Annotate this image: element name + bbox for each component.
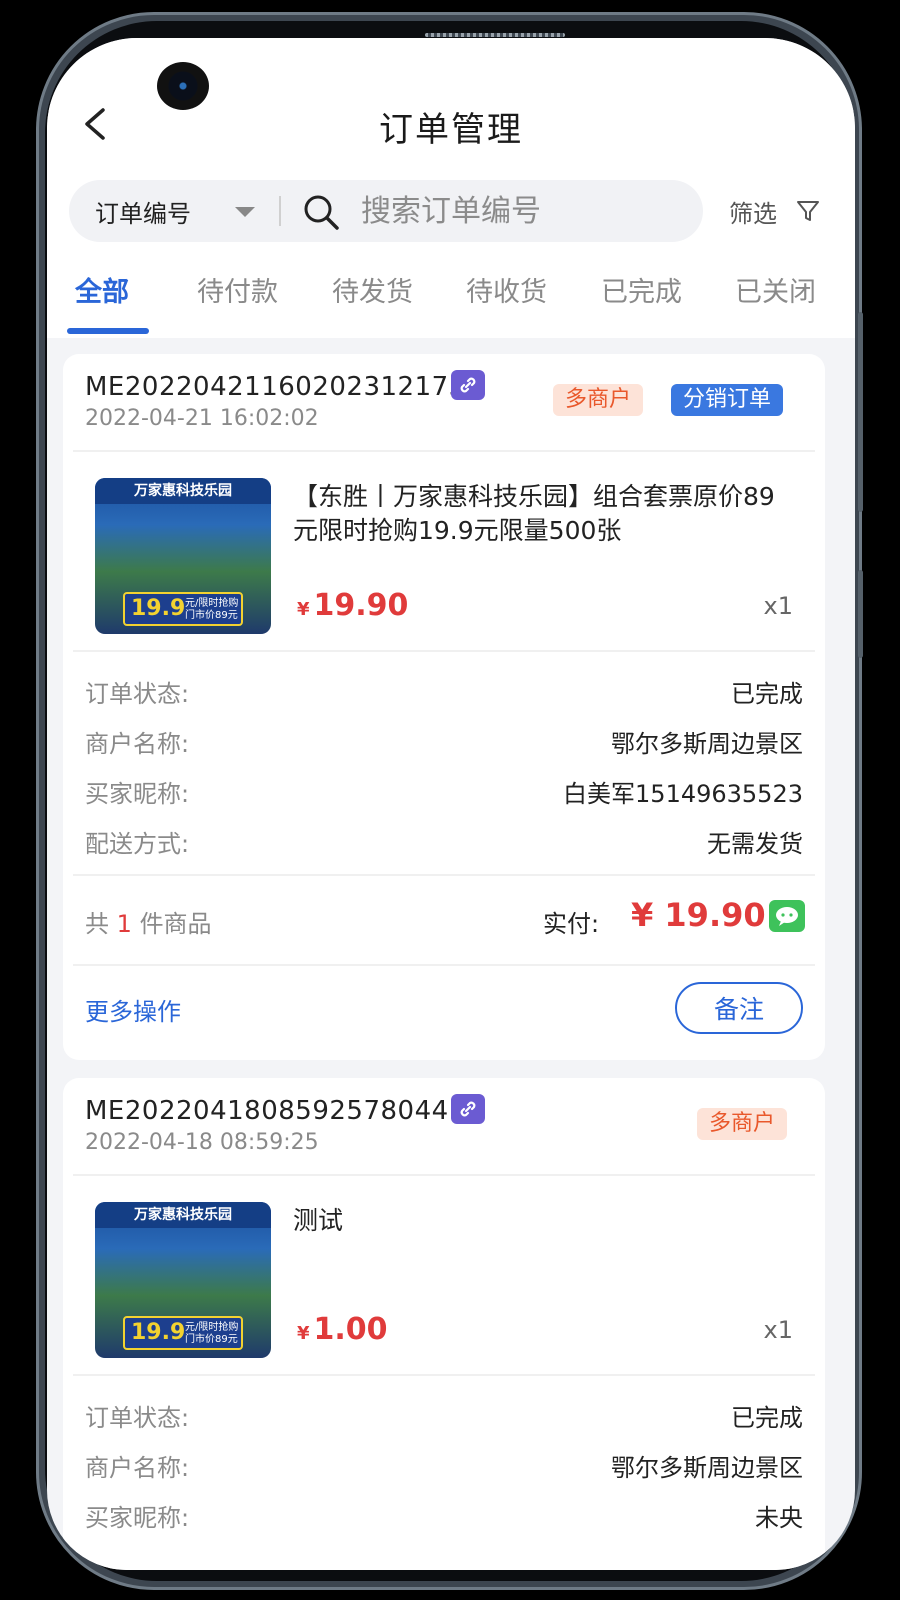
item-count-number: 1 (116, 910, 132, 938)
buyer-nickname-value: 未央 (755, 1504, 803, 1532)
product-title[interactable]: 【东胜丨万家惠科技乐园】组合套票原价89元限时抢购19.9元限量500张 (293, 480, 793, 548)
delivery-method-value: 无需发货 (707, 830, 803, 858)
item-count-prefix: 共 (85, 910, 109, 938)
currency-symbol: ¥ (297, 1323, 310, 1344)
divider (73, 874, 815, 876)
order-number: ME20220418085925780441 (85, 1096, 466, 1126)
currency-symbol: ¥ (297, 599, 310, 620)
tab-pending-payment[interactable]: 待付款 (197, 270, 278, 309)
product-image-price-badge: 19.9 元/限时抢购 门市价89元 (123, 1316, 243, 1350)
delivery-method-label: 配送方式: (85, 830, 190, 858)
tab-completed[interactable]: 已完成 (601, 270, 682, 309)
merchant-name-value: 鄂尔多斯周边景区 (611, 730, 803, 758)
mini-program-link-icon (451, 370, 485, 400)
app-screen: 订单管理 订单编号 筛选 全部 待付款 待发货 待收货 已完成 已关闭 ME20 (47, 38, 855, 1570)
page-title: 订单管理 (379, 110, 523, 150)
distribution-order-tag: 分销订单 (671, 384, 784, 416)
paid-label: 实付: (543, 910, 600, 938)
order-status-value: 已完成 (731, 1404, 803, 1432)
search-type-selector[interactable]: 订单编号 (95, 194, 191, 229)
merchant-name-row: 商户名称: 鄂尔多斯周边景区 (85, 724, 803, 764)
divider (73, 1374, 815, 1376)
tab-all[interactable]: 全部 (75, 270, 129, 309)
order-date: 2022-04-18 08:59:25 (85, 1130, 319, 1155)
order-date: 2022-04-21 16:02:02 (85, 406, 319, 431)
product-price-value: 1.00 (313, 1312, 388, 1347)
order-status-row: 订单状态: 已完成 (85, 1398, 803, 1438)
divider (73, 1174, 815, 1176)
speaker-grille (425, 33, 565, 37)
wechat-pay-icon (769, 900, 805, 932)
order-status-label: 订单状态: (85, 1404, 190, 1432)
buyer-nickname-label: 买家昵称: (85, 1504, 190, 1532)
buyer-nickname-value: 白美军15149635523 (563, 780, 803, 808)
mini-program-link-icon (451, 1094, 485, 1124)
search-icon (304, 195, 339, 230)
more-operations-link[interactable]: 更多操作 (85, 992, 181, 1027)
delivery-method-row: 配送方式: 无需发货 (85, 824, 803, 864)
status-tabs: 全部 待付款 待发货 待收货 已完成 已关闭 (47, 266, 855, 338)
paid-amount: ¥ 19.90 (631, 896, 766, 934)
order-status-row: 订单状态: 已完成 (85, 674, 803, 714)
divider (73, 964, 815, 966)
product-price: ¥19.90 (297, 588, 408, 623)
buyer-nickname-row: 买家昵称: 白美军15149635523 (85, 774, 803, 814)
order-card[interactable]: ME20220418085925780441 2022-04-18 08:59:… (63, 1078, 825, 1570)
chevron-down-icon[interactable] (235, 207, 255, 217)
multi-merchant-tag: 多商户 (697, 1108, 788, 1140)
merchant-name-value: 鄂尔多斯周边景区 (611, 1454, 803, 1482)
order-status-value: 已完成 (731, 680, 803, 708)
merchant-name-row: 商户名称: 鄂尔多斯周边景区 (85, 1448, 803, 1488)
power-button (858, 570, 863, 658)
item-count-suffix: 件商品 (139, 910, 212, 938)
buyer-nickname-row: 买家昵称: 未央 (85, 1498, 803, 1538)
order-status-label: 订单状态: (85, 680, 190, 708)
search-bar: 订单编号 (69, 180, 703, 242)
merchant-name-label: 商户名称: (85, 730, 190, 758)
tab-pending-shipment[interactable]: 待发货 (332, 270, 413, 309)
header: 订单管理 订单编号 筛选 全部 待付款 待发货 待收货 已完成 已关闭 (47, 38, 855, 338)
active-tab-indicator (67, 328, 149, 334)
product-image-price: 19.9 (131, 1320, 186, 1345)
divider (73, 450, 815, 452)
product-image-banner: 万家惠科技乐园 (95, 478, 271, 504)
order-card[interactable]: ME20220421160202312173 2022-04-21 16:02:… (63, 354, 825, 1060)
product-image-price: 19.9 (131, 596, 186, 621)
product-image-caption: 元/限时抢购 门市价89元 (185, 1322, 239, 1345)
buyer-nickname-label: 买家昵称: (85, 780, 190, 808)
multi-merchant-tag: 多商户 (553, 384, 644, 416)
tab-pending-receipt[interactable]: 待收货 (466, 270, 547, 309)
product-price-value: 19.90 (313, 588, 409, 623)
filter-button[interactable]: 筛选 (729, 194, 777, 229)
divider (73, 650, 815, 652)
volume-button (858, 312, 863, 512)
product-image-banner: 万家惠科技乐园 (95, 1202, 271, 1228)
order-number: ME20220421160202312173 (85, 372, 466, 402)
product-quantity: x1 (763, 592, 793, 620)
product-price: ¥1.00 (297, 1312, 388, 1347)
product-image-caption: 元/限时抢购 门市价89元 (185, 598, 239, 621)
tab-closed[interactable]: 已关闭 (735, 270, 816, 309)
search-divider (279, 196, 281, 226)
product-title[interactable]: 测试 (293, 1204, 793, 1238)
product-quantity: x1 (763, 1316, 793, 1344)
product-image[interactable]: 万家惠科技乐园 19.9 元/限时抢购 门市价89元 (95, 478, 271, 634)
merchant-name-label: 商户名称: (85, 1454, 190, 1482)
product-image-price-badge: 19.9 元/限时抢购 门市价89元 (123, 592, 243, 626)
search-input[interactable] (361, 188, 681, 234)
filter-funnel-icon[interactable] (795, 198, 821, 224)
remark-button[interactable]: 备注 (675, 982, 803, 1034)
item-count: 共 1 件商品 (85, 904, 212, 939)
product-image[interactable]: 万家惠科技乐园 19.9 元/限时抢购 门市价89元 (95, 1202, 271, 1358)
